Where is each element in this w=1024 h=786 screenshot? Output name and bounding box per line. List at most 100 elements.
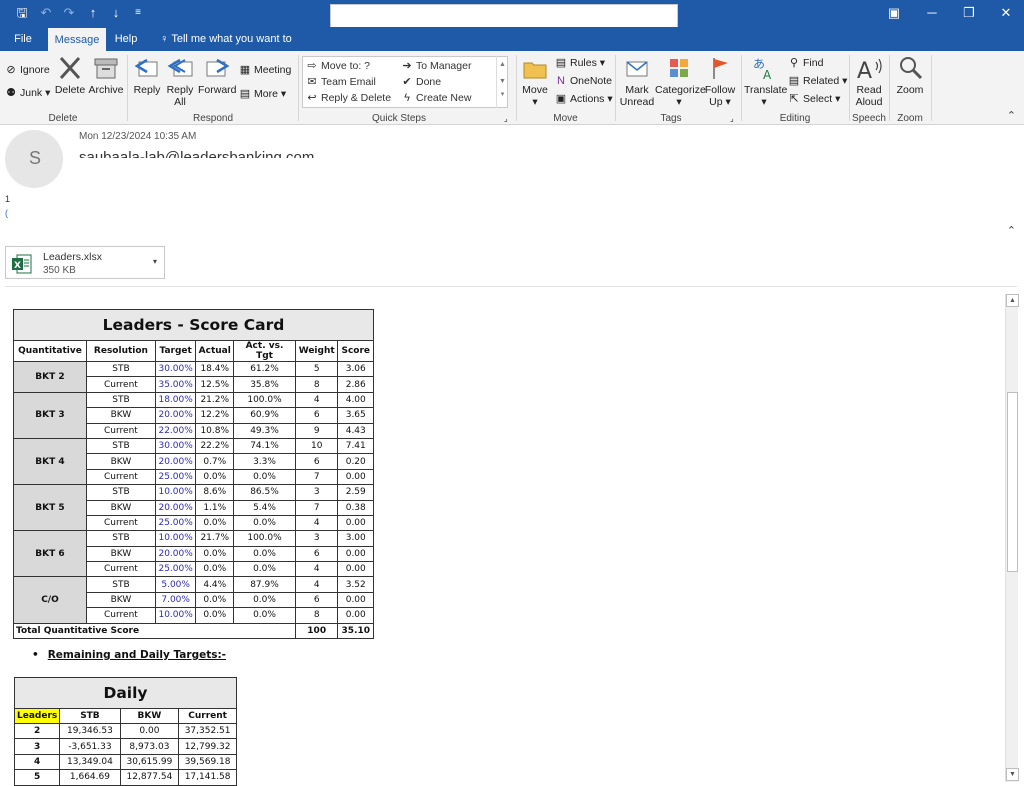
mark-unread-label-2: Unread: [619, 96, 655, 108]
rules-button[interactable]: ▤ Rules ▾: [555, 56, 605, 70]
quick-step-move-to[interactable]: ⇨ Move to: ?: [306, 59, 370, 73]
tell-me-box[interactable]: ♀ Tell me what you want to do: [156, 27, 296, 69]
tab-help[interactable]: Help: [110, 27, 142, 51]
next-item-icon[interactable]: ↓: [106, 4, 126, 22]
column-header: Current: [178, 708, 237, 724]
table-cell: Current: [85, 376, 156, 393]
table-cell: BKW: [85, 591, 156, 609]
close-icon[interactable]: ✕: [988, 2, 1024, 24]
table-row: C/O STB 5.00% 4.4% 87.9% 4 3.52: [13, 576, 374, 624]
quick-step-create-new[interactable]: ϟ Create New: [401, 91, 471, 105]
zoom-button[interactable]: Zoom: [893, 54, 927, 96]
table-cell: 6: [294, 591, 339, 609]
tab-message[interactable]: Message: [48, 28, 106, 51]
table-cell: 30,615.99: [119, 753, 180, 771]
table-cell: 12,877.54: [119, 769, 180, 786]
quick-step-team-email[interactable]: ✉ Team Email: [306, 75, 375, 89]
redo-icon[interactable]: ↷: [59, 4, 79, 22]
tab-file[interactable]: File: [6, 27, 40, 51]
translate-button[interactable]: あA Translate ▾: [744, 54, 787, 108]
select-button[interactable]: ⇱ Select ▾: [788, 92, 840, 106]
attachment-card[interactable]: X Leaders.xlsx 350 KB ▾: [5, 246, 165, 279]
minimize-icon[interactable]: ─: [914, 2, 950, 24]
reply-button[interactable]: Reply: [132, 54, 162, 96]
collapse-header-icon[interactable]: ⌃: [1007, 224, 1016, 237]
archive-button[interactable]: Archive: [88, 54, 124, 96]
table-cell: 19,346.53: [59, 722, 121, 740]
more-respond-button[interactable]: ▤ More ▾: [239, 87, 286, 101]
header-mark: (: [5, 208, 8, 218]
scrollbar-thumb[interactable]: [1007, 392, 1018, 572]
table-cell: 3.3%: [233, 453, 296, 470]
attachment-menu-icon[interactable]: ▾: [153, 257, 157, 266]
table-cell: STB: [85, 360, 156, 378]
save-icon[interactable]: 🖫: [12, 4, 32, 22]
table-cell: 21.2%: [195, 391, 235, 409]
move-button[interactable]: Move ▾: [520, 54, 550, 108]
collapse-ribbon-icon[interactable]: ⌃: [1007, 109, 1016, 122]
onenote-button[interactable]: N OneNote: [555, 74, 612, 88]
scroll-down-icon[interactable]: ▼: [497, 73, 508, 90]
table-cell: 35.8%: [233, 376, 296, 393]
column-header: Quantitative: [13, 340, 87, 362]
quick-steps-dialog-launcher[interactable]: ⌟: [504, 112, 508, 126]
forward-button[interactable]: Forward: [198, 54, 237, 96]
bucket-cell: BKT 5: [13, 484, 87, 532]
table-cell: 37,352.51: [178, 722, 237, 740]
find-button[interactable]: ⚲ Find: [788, 56, 823, 70]
scroll-down-icon[interactable]: ▼: [1006, 768, 1019, 781]
table-cell: STB: [85, 484, 156, 501]
bucket-cell: BKT 3: [13, 391, 87, 439]
remaining-targets-heading: Remaining and Daily Targets:-: [47, 649, 227, 661]
table-row: 2 19,346.53 0.00 37,352.51: [13, 722, 237, 740]
restore-icon[interactable]: ❐: [951, 2, 987, 24]
table-cell: 25.00%: [154, 514, 197, 532]
archive-label: Archive: [88, 84, 124, 96]
reply-all-button[interactable]: Reply All: [165, 54, 195, 108]
quick-step-reply-delete[interactable]: ↩ Reply & Delete: [306, 91, 391, 105]
table-cell: STB: [85, 437, 156, 455]
to-manager-icon: ➔: [402, 60, 412, 72]
table-cell: 18.00%: [154, 391, 197, 409]
ignore-button[interactable]: ⊘ Ignore: [5, 63, 49, 77]
table-cell: 25.00%: [154, 468, 197, 486]
total-row: Total Quantitative Score 100 35.10: [13, 622, 374, 640]
reply-all-label-1: Reply: [166, 84, 194, 96]
ribbon-display-options-icon[interactable]: ▣: [876, 2, 912, 24]
mark-unread-button[interactable]: Mark Unread: [618, 54, 656, 108]
scroll-up-icon[interactable]: ▲: [497, 56, 508, 73]
group-separator: [615, 55, 616, 121]
expand-gallery-icon[interactable]: ▾: [497, 90, 508, 100]
undo-icon[interactable]: ↶: [36, 4, 56, 22]
group-separator: [127, 55, 128, 121]
quick-step-to-manager[interactable]: ➔ To Manager: [401, 59, 471, 73]
table-cell: 4: [294, 561, 339, 578]
read-aloud-button[interactable]: A Read Aloud: [852, 54, 886, 108]
follow-up-button[interactable]: Follow Up ▾: [704, 54, 736, 108]
categorize-button[interactable]: Categorize ▾: [655, 54, 706, 108]
previous-item-icon[interactable]: ↑: [83, 4, 103, 22]
actions-button[interactable]: ▣ Actions ▾: [555, 92, 613, 106]
table-cell: 5.00%: [154, 576, 197, 593]
column-header: Target: [154, 340, 197, 362]
delete-button[interactable]: Delete: [54, 54, 86, 96]
junk-button[interactable]: ⚉ Junk ▾: [5, 86, 50, 100]
quick-steps-scroll[interactable]: ▲ ▼ ▾: [496, 56, 508, 108]
tags-dialog-launcher[interactable]: ⌟: [730, 112, 734, 126]
table-cell: 35.00%: [154, 376, 197, 393]
scroll-up-icon[interactable]: ▲: [1006, 294, 1019, 307]
related-button[interactable]: ▤ Related ▾: [788, 74, 848, 88]
customize-toolbar-icon[interactable]: ≡: [128, 4, 148, 22]
meeting-button[interactable]: ▦ Meeting: [239, 63, 292, 77]
message-scrollbar[interactable]: ▲ ▼: [1005, 294, 1019, 782]
sender-address[interactable]: saubaala-lab@leadersbanking.com: [79, 148, 314, 158]
group-separator: [298, 55, 299, 121]
find-icon: ⚲: [789, 57, 799, 69]
table-cell: 86.5%: [233, 484, 296, 501]
quick-step-done[interactable]: ✔ Done: [401, 75, 441, 89]
group-separator: [931, 55, 932, 121]
table-cell: 0.20: [337, 453, 374, 470]
table-cell: 10.00%: [154, 530, 197, 547]
table-cell: 0.0%: [195, 607, 235, 624]
total-label: Total Quantitative Score: [13, 622, 296, 640]
